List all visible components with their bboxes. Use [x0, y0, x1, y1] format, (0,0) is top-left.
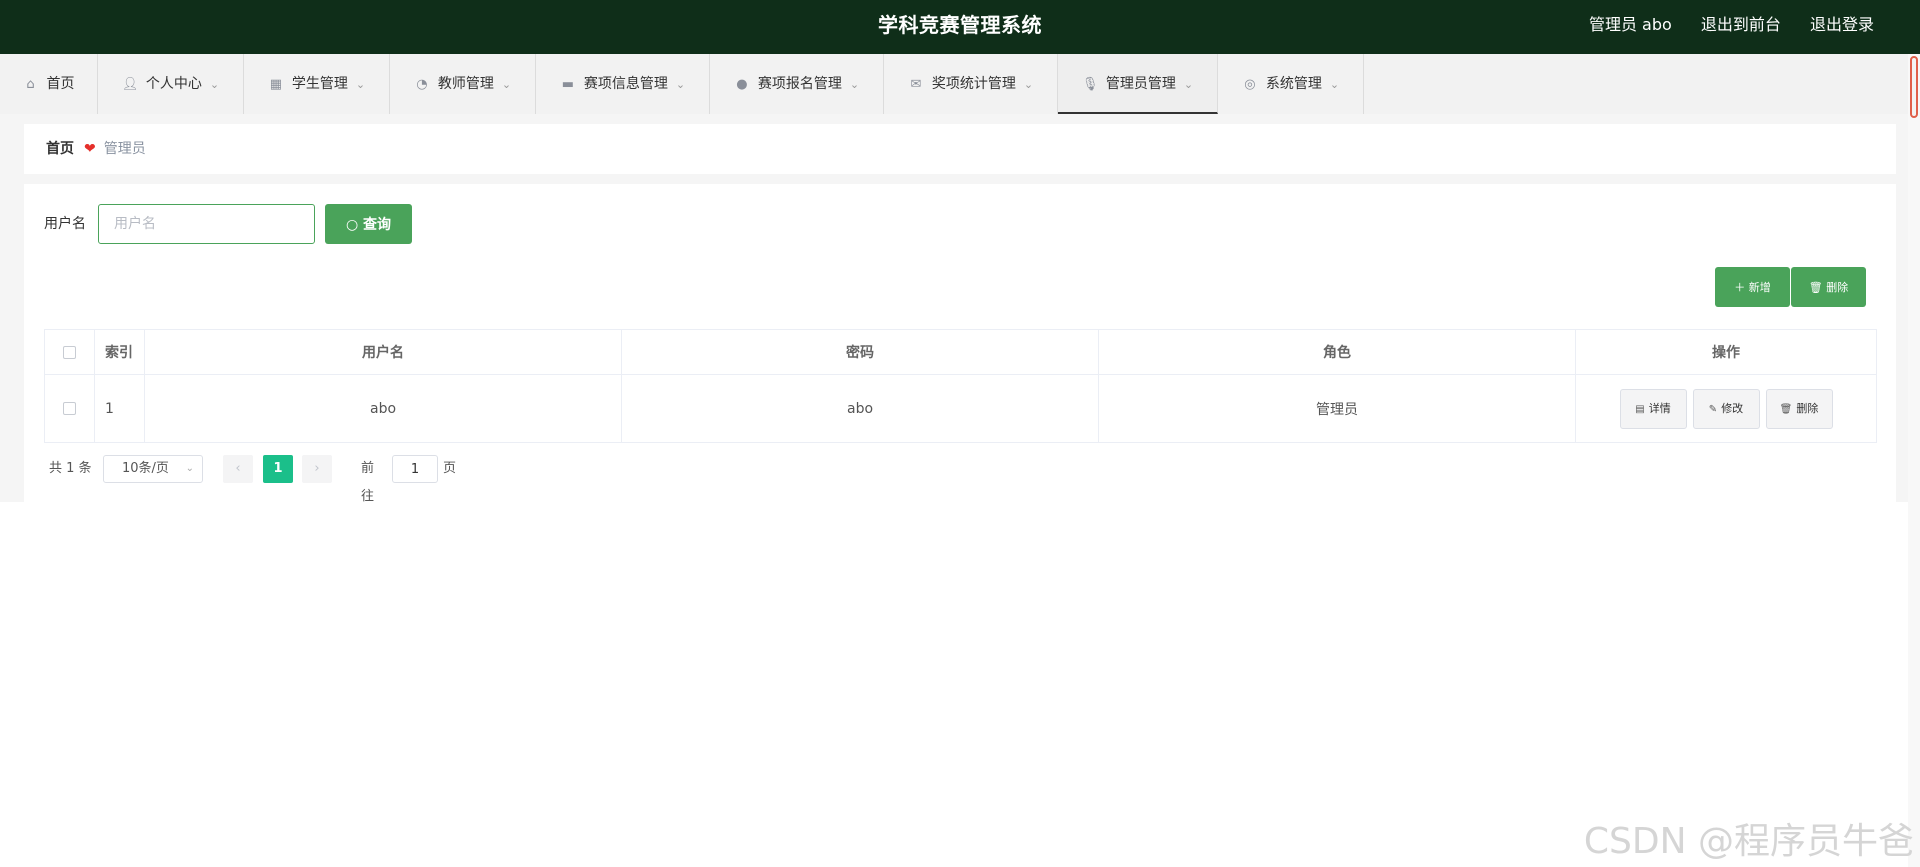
- grid-icon: ▦: [269, 77, 283, 92]
- goto-page-input[interactable]: [392, 455, 438, 483]
- select-all-cell: [44, 329, 95, 375]
- nav-item-home[interactable]: ⌂ 首页: [0, 54, 98, 114]
- current-user-label: 管理员 abo: [1588, 15, 1672, 34]
- chevron-down-icon: ⌄: [1329, 78, 1340, 91]
- nav-label: 系统管理: [1265, 76, 1322, 92]
- bulk-delete-button[interactable]: 🗑︎ 删除: [1791, 267, 1866, 307]
- chevron-down-icon: ⌄: [1183, 78, 1194, 91]
- query-button[interactable]: ○ 查询: [325, 204, 412, 244]
- nav-label: 赛项报名管理: [757, 76, 842, 92]
- home-icon: ⌂: [26, 77, 35, 92]
- nav-item-event-info-management[interactable]: ▬ 赛项信息管理 ⌄: [536, 54, 710, 114]
- column-header-username: 用户名: [144, 329, 622, 375]
- cell-actions: ▤ 详情 ✎ 修改 🗑︎ 删除: [1575, 374, 1877, 443]
- cell-username: abo: [144, 374, 622, 443]
- column-header-role: 角色: [1098, 329, 1576, 375]
- page-scrollbar[interactable]: [1908, 54, 1920, 867]
- breadcrumb-current: 管理员: [103, 141, 146, 157]
- nav-label: 赛项信息管理: [583, 76, 668, 92]
- plus-icon: ＋: [1734, 281, 1746, 294]
- cell-index: 1: [94, 374, 145, 443]
- detail-button[interactable]: ▤ 详情: [1619, 388, 1687, 429]
- nav-label: 首页: [46, 76, 75, 92]
- page-size-select[interactable]: 10条/页 ⌄: [103, 455, 203, 483]
- page-number-current[interactable]: 1: [263, 455, 293, 483]
- delete-button[interactable]: 🗑︎ 删除: [1765, 388, 1833, 429]
- nav-item-award-statistics-management[interactable]: ✉ 奖项统计管理 ⌄: [884, 54, 1058, 114]
- user-icon: 👤︎: [121, 77, 139, 92]
- chevron-down-icon: ⌄: [209, 78, 220, 91]
- breadcrumb-home[interactable]: 首页: [46, 141, 74, 157]
- nav-item-system-management[interactable]: ◎ 系统管理 ⌄: [1218, 54, 1364, 114]
- column-header-actions: 操作: [1575, 329, 1877, 375]
- edit-button[interactable]: ✎ 修改: [1692, 388, 1760, 429]
- column-header-password: 密码: [621, 329, 1099, 375]
- chat-icon: ▬: [561, 77, 575, 92]
- top-header: 学科竞赛管理系统 管理员 abo 退出到前台 退出登录: [0, 0, 1920, 54]
- table-header-row: 索引 用户名 密码 角色 操作: [44, 329, 1877, 375]
- nav-label: 管理员管理: [1105, 76, 1176, 92]
- logout-link[interactable]: 退出登录: [1810, 15, 1874, 34]
- chevron-down-icon: ⌄: [675, 78, 686, 91]
- row-checkbox[interactable]: [63, 402, 76, 415]
- nav-label: 教师管理: [437, 76, 494, 92]
- select-all-checkbox[interactable]: [63, 345, 76, 359]
- goto-suffix: 页: [443, 461, 457, 476]
- detail-button-label: 详情: [1648, 401, 1671, 415]
- username-search-input[interactable]: [98, 204, 315, 244]
- gauge-icon: ◔: [416, 77, 428, 92]
- mail-icon: ✉: [910, 77, 922, 92]
- nav-label: 个人中心: [145, 76, 202, 92]
- table-row: 1 abo abo 管理员 ▤ 详情 ✎ 修改 🗑︎ 删除: [44, 374, 1877, 443]
- page-size-value: 10条/页: [122, 461, 169, 476]
- header-links: 管理员 abo 退出到前台 退出登录: [1565, 0, 1874, 50]
- chevron-down-icon: ⌄: [1023, 78, 1034, 91]
- chevron-down-icon: ⌄: [501, 78, 512, 91]
- nav-label: 奖项统计管理: [931, 76, 1016, 92]
- nav-item-event-registration-management[interactable]: ● 赛项报名管理 ⌄: [710, 54, 884, 114]
- main-nav: ⌂ 首页 👤︎ 个人中心 ⌄ ▦ 学生管理 ⌄ ◔ 教师管理 ⌄ ▬ 赛项信息管理 ⌄ ● 赛项报名…: [0, 54, 1908, 114]
- chevron-down-icon: ⌄: [849, 78, 860, 91]
- goto-label: 前往: [361, 461, 375, 504]
- query-button-label: 查询: [363, 217, 392, 233]
- delete-button-label: 删除: [1796, 401, 1819, 415]
- microphone-icon: 🎙︎: [1081, 77, 1099, 92]
- prev-page-button[interactable]: ‹: [223, 455, 253, 483]
- chevron-right-icon: ›: [314, 461, 320, 476]
- nav-item-admin-management[interactable]: 🎙︎ 管理员管理 ⌄: [1058, 54, 1218, 114]
- nav-item-student-management[interactable]: ▦ 学生管理 ⌄: [244, 54, 390, 114]
- trash-icon: 🗑︎: [1808, 281, 1823, 294]
- nav-item-personal-center[interactable]: 👤︎ 个人中心 ⌄: [98, 54, 244, 114]
- cell-password: abo: [621, 374, 1099, 443]
- trash-icon: 🗑︎: [1779, 403, 1793, 415]
- nav-label: 学生管理: [291, 76, 348, 92]
- add-button[interactable]: ＋ 新增: [1715, 267, 1790, 307]
- heart-icon: ❤: [84, 141, 96, 157]
- next-page-button[interactable]: ›: [302, 455, 332, 483]
- add-button-label: 新增: [1748, 281, 1771, 294]
- bulk-delete-button-label: 删除: [1826, 281, 1849, 294]
- compass-icon: ◎: [1244, 77, 1256, 92]
- breadcrumb: 首页 ❤ 管理员: [24, 124, 1896, 174]
- balloon-icon: ●: [736, 77, 748, 92]
- scrollbar-thumb[interactable]: [1910, 56, 1918, 118]
- row-select-cell: [44, 374, 95, 443]
- pagination-total: 共 1 条: [49, 461, 92, 476]
- watermark: CSDN @程序员牛爸: [1583, 821, 1914, 862]
- search-icon: ○: [345, 217, 359, 233]
- chevron-left-icon: ‹: [235, 461, 241, 476]
- edit-icon: ✎: [1708, 403, 1718, 415]
- nav-item-teacher-management[interactable]: ◔ 教师管理 ⌄: [390, 54, 536, 114]
- chevron-down-icon: ⌄: [185, 463, 194, 474]
- search-label: 用户名: [44, 216, 86, 232]
- document-icon: ▤: [1635, 403, 1645, 415]
- edit-button-label: 修改: [1721, 401, 1744, 415]
- admin-table: 索引 用户名 密码 角色 操作 1 abo abo 管理员 ▤ 详情 ✎ 修改 🗑︎ 删除: [44, 329, 1877, 443]
- exit-to-front-link[interactable]: 退出到前台: [1701, 15, 1781, 34]
- column-header-index: 索引: [94, 329, 145, 375]
- chevron-down-icon: ⌄: [355, 78, 366, 91]
- cell-role: 管理员: [1098, 374, 1576, 443]
